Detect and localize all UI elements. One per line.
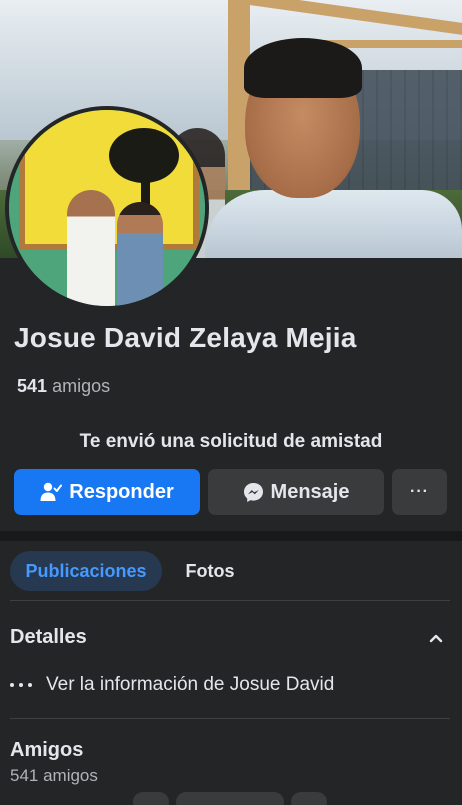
profile-avatar[interactable]	[5, 106, 209, 310]
tab-fotos[interactable]: Fotos	[170, 551, 250, 591]
friend-request-text: Te envió una solicitud de amistad	[79, 431, 383, 452]
respond-label: Responder	[69, 480, 174, 503]
see-info-row[interactable]: Ver la información de Josue David	[10, 674, 334, 696]
friends-count-line[interactable]: 541 amigos	[17, 376, 110, 397]
avatar-person-man	[67, 190, 115, 306]
see-info-label: Ver la información de Josue David	[46, 674, 335, 695]
section-divider	[0, 531, 462, 541]
friend-chip[interactable]	[291, 792, 327, 805]
more-options-button[interactable]: ···	[392, 469, 447, 515]
messenger-icon	[243, 482, 264, 503]
person-check-icon	[40, 482, 63, 502]
divider-line	[10, 718, 450, 719]
avatar-person-woman	[117, 202, 163, 306]
details-title: Detalles	[10, 626, 87, 648]
more-options-label: ···	[410, 483, 429, 500]
respond-button[interactable]: Responder	[14, 469, 200, 515]
message-label: Mensaje	[270, 480, 350, 503]
friends-count-word: amigos	[52, 376, 111, 396]
friend-chip[interactable]	[133, 792, 169, 805]
friends-section-count: 541 amigos	[10, 766, 98, 785]
tab-publicaciones[interactable]: Publicaciones	[10, 551, 162, 591]
friends-count-number: 541	[17, 376, 48, 396]
message-button[interactable]: Mensaje	[208, 469, 384, 515]
friends-title: Amigos	[10, 739, 84, 761]
profile-name: Josue David Zelaya Mejia	[14, 322, 357, 353]
cover-person-hair	[244, 38, 362, 98]
avatar-photo	[9, 110, 205, 306]
chevron-up-icon[interactable]	[428, 630, 444, 646]
friend-chip[interactable]	[176, 792, 284, 805]
more-dots-icon	[10, 683, 32, 687]
divider-line	[10, 600, 450, 601]
cover-person-shirt	[205, 190, 462, 258]
